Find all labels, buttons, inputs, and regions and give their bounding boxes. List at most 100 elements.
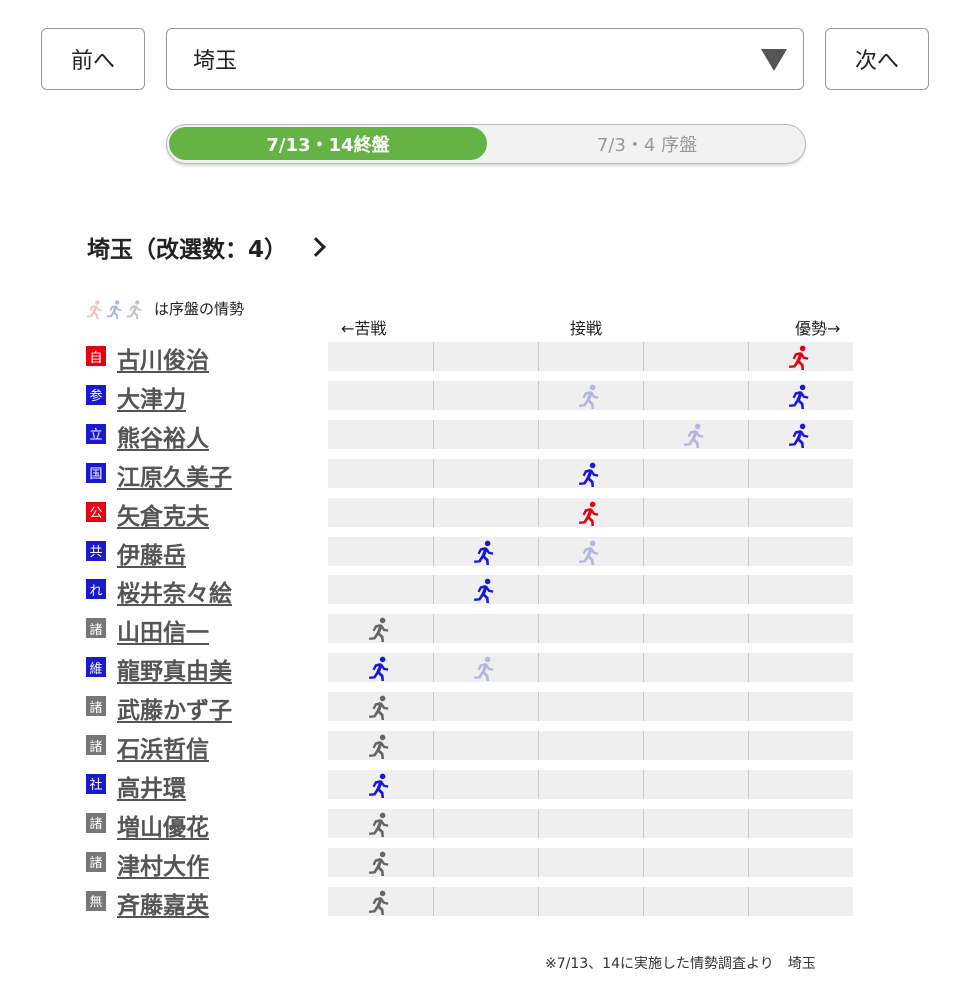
track-divider xyxy=(538,653,539,683)
candidate-name-link[interactable]: 高井環 xyxy=(117,769,186,803)
track-divider xyxy=(643,419,644,449)
district-heading[interactable]: 埼玉（改選数：4） xyxy=(87,230,326,264)
candidate-name-link[interactable]: 古川俊治 xyxy=(117,341,209,375)
legend-text: は序盤の情勢 xyxy=(154,300,245,318)
track-divider xyxy=(538,847,539,877)
final-standing-marker xyxy=(788,383,814,413)
track-divider xyxy=(433,419,434,449)
district-title: 埼玉（改選数：4） xyxy=(87,237,288,263)
runner-icon xyxy=(788,384,809,411)
party-badge: 諸 xyxy=(86,735,106,755)
standing-track xyxy=(328,731,853,763)
runner-icon xyxy=(368,695,389,722)
final-standing-marker xyxy=(473,539,499,569)
early-standing-marker xyxy=(578,539,604,569)
track-divider xyxy=(748,692,749,722)
track-divider xyxy=(538,886,539,916)
scale-label-close-race: 接戦 xyxy=(570,319,603,338)
prev-button[interactable]: 前へ xyxy=(41,28,145,90)
track-divider xyxy=(538,419,539,449)
legend: は序盤の情勢 xyxy=(86,298,244,319)
candidate-row: 諸津村大作 xyxy=(86,847,853,881)
candidate-name-link[interactable]: 大津力 xyxy=(117,380,186,414)
track-divider xyxy=(643,653,644,683)
candidate-name-link[interactable]: 伊藤岳 xyxy=(117,536,186,570)
runner-icon xyxy=(368,656,389,683)
final-standing-marker xyxy=(368,811,394,841)
final-standing-marker xyxy=(368,733,394,763)
track-divider xyxy=(538,692,539,722)
track-divider xyxy=(538,458,539,488)
track-divider xyxy=(433,380,434,410)
candidate-name-link[interactable]: 斉藤嘉英 xyxy=(117,886,209,920)
runner-icon xyxy=(368,773,389,800)
runner-icon xyxy=(126,299,142,319)
prefecture-select[interactable]: 埼玉 xyxy=(166,28,804,90)
party-badge: 国 xyxy=(86,462,106,483)
candidate-row: 共伊藤岳 xyxy=(86,536,853,570)
candidate-row: 諸石浜哲信 xyxy=(86,730,853,764)
final-standing-marker xyxy=(368,655,394,685)
runner-icon xyxy=(578,540,599,567)
candidate-name-link[interactable]: 石浜哲信 xyxy=(117,730,209,764)
track-divider xyxy=(643,458,644,488)
tab-early-survey[interactable]: 7/3・4 序盤 xyxy=(489,127,805,160)
runner-icon xyxy=(368,851,389,878)
candidate-name-link[interactable]: 熊谷裕人 xyxy=(117,419,209,453)
track-divider xyxy=(538,614,539,644)
next-button[interactable]: 次へ xyxy=(825,28,929,90)
prefecture-select-value: 埼玉 xyxy=(193,49,238,74)
track-divider xyxy=(433,847,434,877)
runner-icon xyxy=(86,299,102,319)
track-divider xyxy=(748,847,749,877)
standing-track xyxy=(328,497,853,530)
candidate-name-link[interactable]: 津村大作 xyxy=(117,847,209,881)
final-standing-marker xyxy=(368,772,394,802)
candidate-name-link[interactable]: 武藤かず子 xyxy=(117,691,232,725)
early-standing-marker xyxy=(578,383,604,413)
track-divider xyxy=(433,692,434,722)
candidate-row: 公矢倉克夫 xyxy=(86,497,853,531)
track-divider xyxy=(433,536,434,566)
early-standing-marker xyxy=(683,422,709,452)
final-standing-marker xyxy=(368,850,394,880)
track-divider xyxy=(538,380,539,410)
candidate-name-link[interactable]: 龍野真由美 xyxy=(117,652,232,686)
track-divider xyxy=(748,653,749,683)
party-badge: 維 xyxy=(86,657,106,678)
runner-icon xyxy=(683,423,704,450)
final-standing-marker xyxy=(578,500,604,530)
standing-track xyxy=(328,886,853,919)
track-divider xyxy=(643,536,644,566)
track-divider xyxy=(433,614,434,644)
candidate-row: 参大津力 xyxy=(86,380,853,414)
party-badge: 諸 xyxy=(86,812,106,833)
period-toggle: 7/13・14終盤 7/3・4 序盤 xyxy=(166,124,806,164)
standing-track xyxy=(328,653,853,685)
candidate-row: 社高井環 xyxy=(86,769,853,803)
runner-icon xyxy=(473,540,494,567)
standing-track xyxy=(328,536,853,569)
runner-icon xyxy=(368,617,389,644)
track-divider xyxy=(748,497,749,527)
standing-track xyxy=(328,342,853,372)
party-badge: 無 xyxy=(86,890,106,911)
candidate-name-link[interactable]: 増山優花 xyxy=(117,808,209,842)
track-divider xyxy=(433,769,434,799)
track-divider xyxy=(538,769,539,799)
candidate-name-link[interactable]: 矢倉克夫 xyxy=(117,497,209,531)
track-divider xyxy=(643,769,644,799)
track-divider xyxy=(433,458,434,488)
early-standing-marker xyxy=(473,655,499,685)
runner-icon xyxy=(368,734,389,761)
runner-icon xyxy=(368,812,389,839)
final-standing-marker xyxy=(368,889,394,919)
track-divider xyxy=(643,808,644,838)
tab-final-survey[interactable]: 7/13・14終盤 xyxy=(169,127,487,160)
party-badge: 自 xyxy=(86,346,106,366)
candidate-name-link[interactable]: 山田信一 xyxy=(117,613,209,647)
party-badge: 公 xyxy=(86,501,106,522)
candidate-name-link[interactable]: 江原久美子 xyxy=(117,458,232,492)
standing-track xyxy=(328,847,853,880)
candidate-name-link[interactable]: 桜井奈々絵 xyxy=(117,574,232,608)
